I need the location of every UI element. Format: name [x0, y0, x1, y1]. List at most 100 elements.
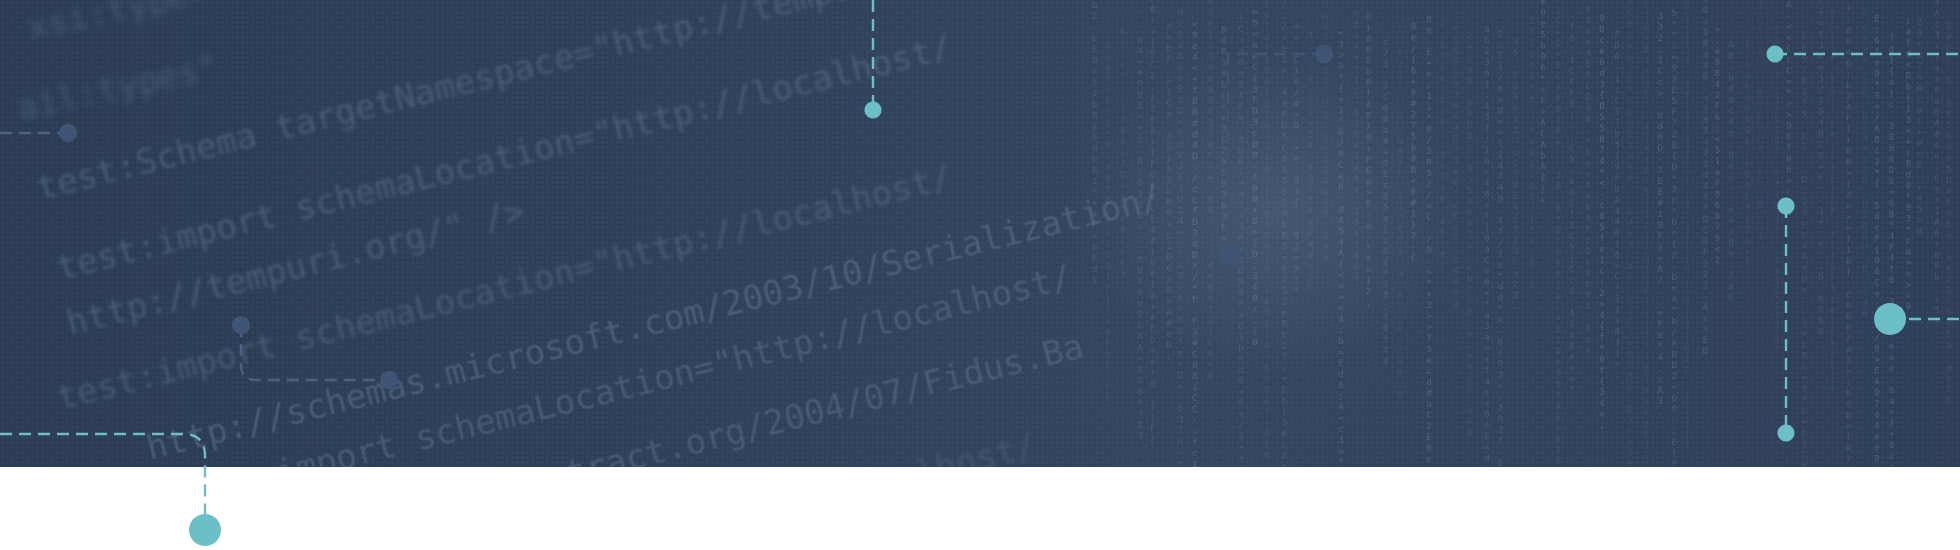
matrix-glyph: }	[1802, 319, 1807, 329]
matrix-glyph: a	[1917, 106, 1922, 116]
matrix-glyph: C	[1802, 451, 1807, 461]
matrix-glyph: 9	[1774, 26, 1779, 36]
matrix-column: 8dB5=CC2*8.a8fE/{47F31E}{+BFbF;FF	[1106, 42, 1112, 404]
matrix-glyph: D	[1685, 2, 1690, 12]
matrix-glyph: -	[1917, 172, 1922, 182]
matrix-glyph: D	[1166, 341, 1171, 351]
matrix-glyph: d	[1192, 130, 1197, 140]
matrix-glyph: 6	[1166, 264, 1171, 274]
matrix-glyph: a	[1715, 168, 1720, 178]
matrix-glyph: 0	[1946, 154, 1951, 164]
matrix-glyph: +	[1440, 162, 1446, 172]
matrix-glyph: :	[1644, 320, 1649, 330]
matrix-glyph: :	[1569, 298, 1574, 308]
matrix-glyph: 9	[1906, 302, 1911, 312]
matrix-glyph: 8	[1138, 332, 1143, 342]
matrix-glyph: 8	[1366, 57, 1371, 67]
matrix-glyph: +	[1685, 409, 1691, 419]
matrix-glyph: 4	[1383, 346, 1388, 356]
matrix-glyph: A	[1774, 268, 1780, 278]
matrix-glyph: +	[1846, 136, 1852, 146]
matrix-glyph: 3	[1138, 409, 1143, 419]
matrix-glyph: e	[1092, 34, 1097, 44]
matrix-glyph: }	[1092, 122, 1097, 132]
circuit-node	[189, 514, 221, 546]
matrix-glyph: }	[1774, 345, 1779, 355]
matrix-glyph: <	[1294, 33, 1300, 43]
matrix-glyph: a	[1703, 50, 1708, 60]
matrix-glyph: D	[1453, 135, 1458, 145]
matrix-glyph: 3	[1308, 108, 1313, 118]
matrix-glyph: 2	[1221, 146, 1226, 156]
matrix-glyph: C	[1106, 97, 1111, 107]
matrix-glyph: 5	[1715, 146, 1720, 156]
matrix-glyph: 8	[1874, 345, 1879, 355]
matrix-glyph: #	[1685, 420, 1691, 430]
matrix-glyph: <	[1366, 266, 1372, 276]
matrix-glyph: 1	[1830, 295, 1835, 305]
matrix-glyph: F	[1513, 71, 1518, 81]
matrix-glyph: b	[1453, 256, 1458, 266]
matrix-glyph: /	[1934, 317, 1939, 327]
matrix-glyph: 9	[1120, 204, 1125, 214]
matrix-glyph: 1	[1178, 250, 1183, 260]
matrix-glyph: =	[1092, 67, 1098, 77]
matrix-glyph: b	[1802, 429, 1807, 439]
matrix-glyph: +	[1818, 9, 1824, 19]
matrix-glyph: 0	[1830, 339, 1835, 349]
matrix-glyph: :	[1440, 140, 1445, 150]
matrix-glyph: #	[1264, 298, 1270, 308]
matrix-glyph: c	[1308, 262, 1313, 272]
matrix-glyph: 4	[1498, 162, 1503, 172]
matrix-column: ;afd<Db{13<+:Bd0*93*cd><>>9	[1906, 16, 1912, 312]
matrix-glyph: =	[1238, 454, 1244, 464]
matrix-glyph: 4	[1092, 210, 1097, 220]
matrix-glyph: :	[1569, 111, 1574, 121]
matrix-glyph: B	[1411, 166, 1416, 176]
matrix-glyph: A	[1208, 141, 1214, 151]
matrix-glyph: 6	[1529, 281, 1534, 291]
matrix-glyph: 3	[1208, 53, 1213, 63]
matrix-glyph: c	[1383, 181, 1388, 191]
matrix-glyph: +	[1644, 155, 1650, 165]
matrix-glyph: {	[1294, 198, 1299, 208]
matrix-glyph: }	[1308, 163, 1313, 173]
matrix-glyph: A	[1513, 203, 1519, 213]
matrix-glyph: <	[1599, 179, 1605, 189]
matrix-glyph: F	[1166, 55, 1171, 65]
matrix-glyph: 1	[1178, 206, 1183, 216]
matrix-glyph: B	[1703, 237, 1708, 247]
matrix-glyph: .	[1294, 132, 1299, 142]
matrix-glyph: *	[1556, 215, 1561, 225]
matrix-glyph: F	[1282, 111, 1287, 121]
matrix-glyph: =	[1106, 86, 1112, 96]
matrix-glyph: :	[1192, 163, 1197, 173]
matrix-glyph: 0	[1658, 133, 1663, 143]
matrix-glyph: #	[1830, 53, 1836, 63]
matrix-glyph: <	[1556, 50, 1562, 60]
matrix-glyph: e	[1426, 70, 1431, 80]
matrix-glyph: 3	[1178, 162, 1183, 172]
matrix-column: 2:C{/6>0=>1{4749-{f/{e*dd*>-6{93<:3A2f.E…	[1498, 30, 1504, 467]
matrix-glyph: 0	[1745, 93, 1750, 103]
matrix-glyph: #	[1628, 240, 1634, 250]
matrix-glyph: +	[1264, 155, 1270, 165]
matrix-glyph: A	[1338, 216, 1344, 226]
matrix-glyph: -	[1802, 154, 1807, 164]
matrix-glyph: +	[1166, 220, 1172, 230]
matrix-glyph: #	[1917, 139, 1923, 149]
matrix-glyph: .	[1685, 376, 1690, 386]
matrix-glyph: 6	[1846, 301, 1851, 311]
matrix-glyph: B	[1106, 328, 1111, 338]
matrix-glyph: -	[1599, 190, 1604, 200]
matrix-glyph: 3	[1614, 339, 1619, 349]
matrix-glyph: B	[1221, 179, 1226, 189]
matrix-glyph: 2	[1599, 289, 1604, 299]
matrix-glyph: 1	[1166, 88, 1171, 98]
matrix-glyph: 2	[1498, 426, 1503, 436]
matrix-glyph: 6	[1264, 320, 1269, 330]
matrix-glyph: .	[1628, 394, 1633, 404]
matrix-glyph: 3	[1221, 212, 1226, 222]
matrix-glyph: *	[1906, 225, 1911, 235]
code-line: datacontract.org/2004/07/Fidus.Ba	[423, 326, 1088, 467]
